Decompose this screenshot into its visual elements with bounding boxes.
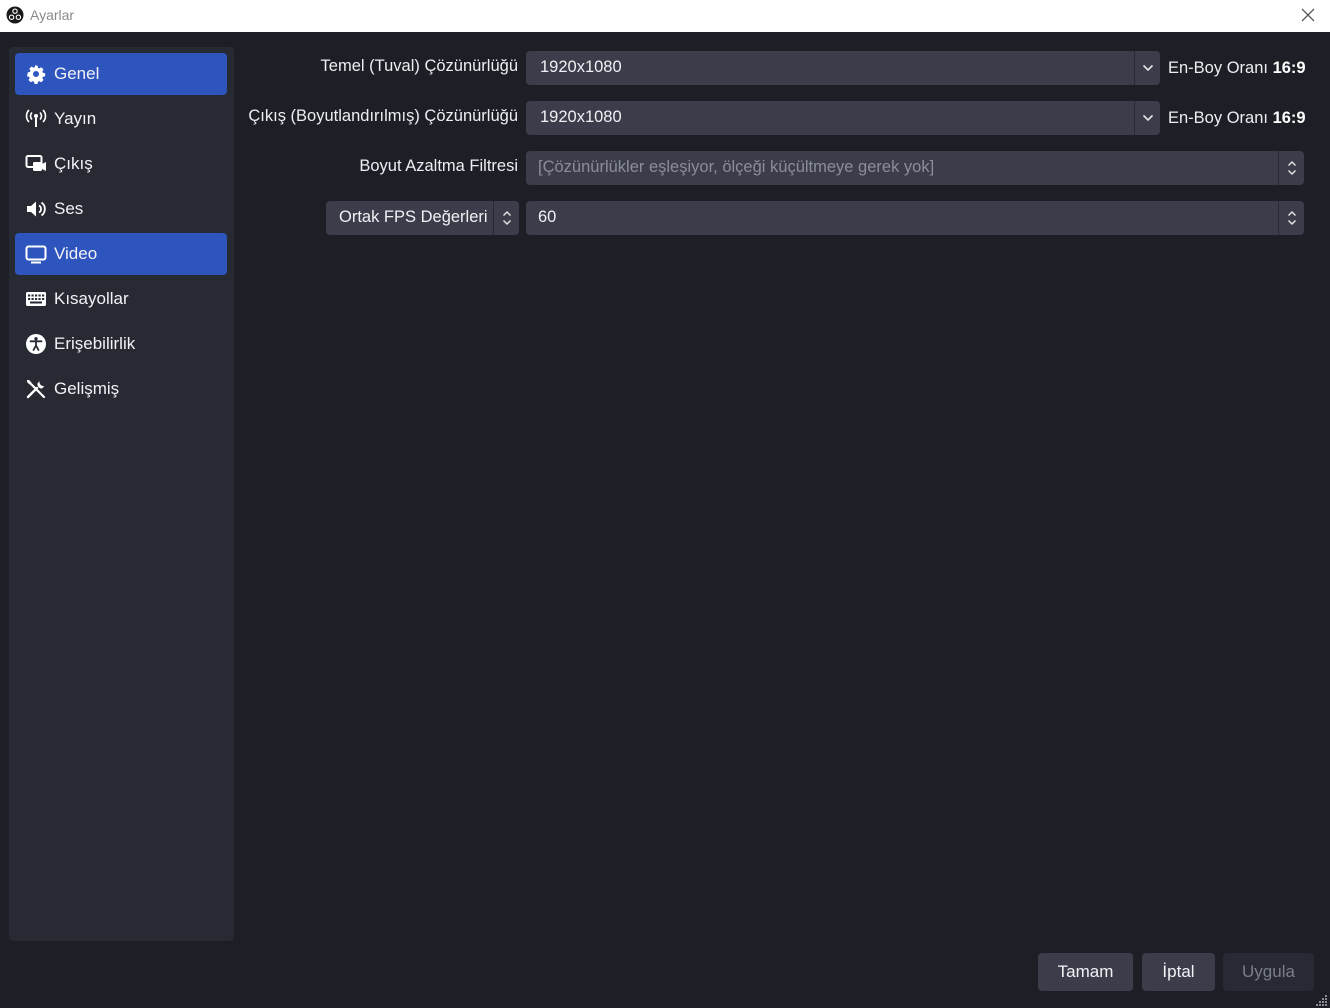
output-resolution-combo[interactable]: 1920x1080	[526, 101, 1160, 135]
accessibility-icon	[25, 333, 47, 355]
fps-value: 60	[538, 208, 557, 226]
chevron-up-down-icon	[1287, 211, 1296, 225]
output-resolution-label: Çıkış (Boyutlandırılmış) Çözünürlüğü	[248, 107, 518, 125]
sidebar-item-ses[interactable]: Ses	[15, 188, 227, 230]
fps-type-combo[interactable]: Ortak FPS Değerleri	[326, 201, 519, 235]
tools-icon	[25, 378, 47, 400]
downscale-filter-label: Boyut Azaltma Filtresi	[359, 157, 518, 175]
aspect-ratio-label: En-Boy Oranı	[1168, 109, 1268, 127]
title-bar: Ayarlar	[0, 0, 1330, 32]
fps-type-value: Ortak FPS Değerleri	[339, 208, 488, 226]
dropdown-button[interactable]	[1134, 101, 1160, 135]
sidebar-item-gelismis[interactable]: Gelişmiş	[15, 368, 227, 410]
sidebar-item-genel[interactable]: Genel	[15, 53, 227, 95]
base-resolution-value: 1920x1080	[540, 58, 622, 76]
chevron-up-down-icon	[502, 211, 511, 225]
downscale-filter-value: [Çözünürlükler eşleşiyor, ölçeği küçültm…	[538, 158, 935, 176]
aspect-ratio-value: 16:9	[1272, 109, 1306, 127]
obs-logo-icon	[6, 6, 24, 24]
base-resolution-combo[interactable]: 1920x1080	[526, 51, 1160, 85]
chevron-down-icon	[1142, 114, 1153, 122]
output-aspect-ratio: En-Boy Oranı 16:9	[1168, 109, 1306, 128]
spinner-button[interactable]	[1278, 201, 1304, 235]
sidebar-item-label: Gelişmiş	[54, 379, 120, 398]
sidebar-item-label: Ses	[54, 199, 84, 218]
sidebar-item-kisayollar[interactable]: Kısayollar	[15, 278, 227, 320]
base-resolution-label: Temel (Tuval) Çözünürlüğü	[320, 57, 518, 75]
settings-sidebar: Genel Yayın Çıkış Ses Video Kısayollar E…	[9, 47, 234, 941]
aspect-ratio-label: En-Boy Oranı	[1168, 59, 1268, 77]
sidebar-item-label: Çıkış	[54, 154, 93, 173]
sidebar-item-erisebilirlik[interactable]: Erişebilirlik	[15, 323, 227, 365]
sidebar-item-label: Yayın	[54, 109, 97, 128]
sidebar-item-label: Genel	[54, 64, 100, 83]
sidebar-item-label: Kısayollar	[54, 289, 129, 308]
dropdown-button[interactable]	[1134, 51, 1160, 85]
spinner-button[interactable]	[493, 201, 519, 235]
cancel-button[interactable]: İptal	[1142, 953, 1215, 991]
sidebar-item-cikis[interactable]: Çıkış	[15, 143, 227, 185]
gear-icon	[25, 63, 47, 85]
output-resolution-value: 1920x1080	[540, 108, 622, 126]
chevron-up-down-icon	[1287, 161, 1296, 175]
antenna-icon	[25, 108, 47, 130]
close-button[interactable]	[1296, 4, 1320, 26]
base-aspect-ratio: En-Boy Oranı 16:9	[1168, 59, 1306, 78]
spinner-button[interactable]	[1278, 151, 1304, 185]
keyboard-icon	[25, 288, 47, 310]
sidebar-item-label: Erişebilirlik	[54, 334, 136, 353]
resize-grip-icon[interactable]	[1314, 993, 1328, 1007]
sidebar-item-video[interactable]: Video	[15, 233, 227, 275]
chevron-down-icon	[1142, 64, 1153, 72]
output-icon	[25, 153, 47, 175]
fps-value-combo[interactable]: 60	[526, 201, 1304, 235]
downscale-filter-combo[interactable]: [Çözünürlükler eşleşiyor, ölçeği küçültm…	[526, 151, 1304, 185]
ok-button[interactable]: Tamam	[1038, 953, 1133, 991]
sidebar-item-yayin[interactable]: Yayın	[15, 98, 227, 140]
apply-button[interactable]: Uygula	[1223, 953, 1314, 991]
monitor-icon	[25, 243, 47, 265]
speaker-icon	[25, 198, 47, 220]
sidebar-item-label: Video	[54, 244, 98, 263]
window-title: Ayarlar	[30, 7, 75, 23]
close-icon	[1301, 8, 1315, 22]
aspect-ratio-value: 16:9	[1272, 59, 1306, 77]
